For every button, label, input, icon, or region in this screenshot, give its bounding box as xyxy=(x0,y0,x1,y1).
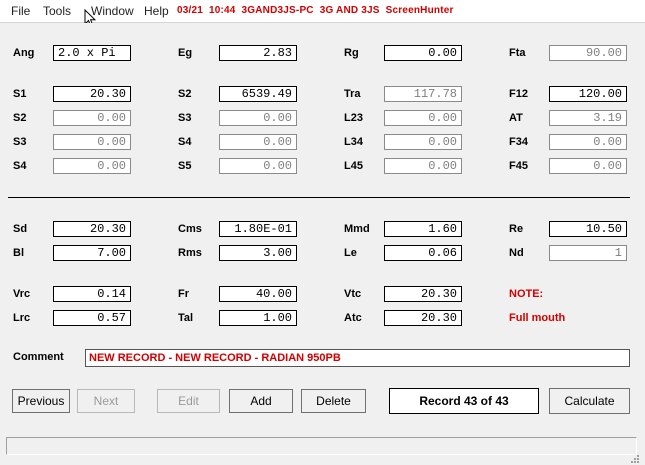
field-s2[interactable]: 0.00 xyxy=(53,110,131,126)
field-cms[interactable]: 1.80E-01 xyxy=(219,221,297,237)
label-s4: S4 xyxy=(13,160,27,172)
label-cms: Cms xyxy=(178,223,202,235)
edit-button[interactable]: Edit xyxy=(157,389,220,413)
label-le: Le xyxy=(344,247,357,259)
label-re: Re xyxy=(509,223,524,235)
field-vrc[interactable]: 0.14 xyxy=(53,286,131,302)
label-s1: S1 xyxy=(13,88,27,100)
field-eg[interactable]: 2.83 xyxy=(219,45,297,61)
label-f12: F12 xyxy=(509,88,528,100)
label-f45: F45 xyxy=(509,160,528,172)
label-fta: Fta xyxy=(509,47,526,59)
label-s2: S2 xyxy=(13,112,27,124)
menu-bar: File Tools Window Help 03/21 10:44 3GAND… xyxy=(0,0,645,23)
field-rms[interactable]: 3.00 xyxy=(219,245,297,261)
menu-file[interactable]: File xyxy=(11,4,30,18)
field-tal[interactable]: 1.00 xyxy=(219,310,297,326)
field-s5[interactable]: 0.00 xyxy=(219,158,297,174)
field-fta[interactable]: 90.00 xyxy=(549,45,627,61)
field-f34[interactable]: 0.00 xyxy=(549,134,627,150)
field-s3[interactable]: 0.00 xyxy=(53,134,131,150)
label-tra: Tra xyxy=(344,88,361,100)
field-s2-top[interactable]: 6539.49 xyxy=(219,86,297,102)
label-s3-top: S3 xyxy=(178,112,192,124)
menu-window[interactable]: Window xyxy=(91,4,134,18)
field-lrc[interactable]: 0.57 xyxy=(53,310,131,326)
field-s4-top[interactable]: 0.00 xyxy=(219,134,297,150)
label-atc: Atc xyxy=(344,312,362,324)
field-le[interactable]: 0.06 xyxy=(384,245,462,261)
field-s3-top[interactable]: 0.00 xyxy=(219,110,297,126)
field-nd[interactable]: 1 xyxy=(549,245,627,261)
label-bl: Bl xyxy=(13,247,24,259)
field-l34[interactable]: 0.00 xyxy=(384,134,462,150)
label-mmd: Mmd xyxy=(344,223,370,235)
record-indicator: Record 43 of 43 xyxy=(389,388,539,414)
label-rms: Rms xyxy=(178,247,202,259)
field-s1[interactable]: 20.30 xyxy=(53,86,131,102)
field-atc[interactable]: 20.30 xyxy=(384,310,462,326)
field-mmd[interactable]: 1.60 xyxy=(384,221,462,237)
menu-help[interactable]: Help xyxy=(144,4,169,18)
label-ang: Ang xyxy=(13,47,35,59)
field-s4[interactable]: 0.00 xyxy=(53,158,131,174)
field-sd[interactable]: 20.30 xyxy=(53,221,131,237)
field-ang[interactable]: 2.0 x Pi xyxy=(53,45,131,61)
label-s5: S5 xyxy=(178,160,192,172)
field-bl[interactable]: 7.00 xyxy=(53,245,131,261)
resize-grip-icon[interactable] xyxy=(629,453,639,463)
section-divider xyxy=(8,197,630,198)
label-nd: Nd xyxy=(509,247,524,259)
label-s4-top: S4 xyxy=(178,136,192,148)
label-rg: Rg xyxy=(344,47,359,59)
previous-button[interactable]: Previous xyxy=(12,389,70,413)
label-vtc: Vtc xyxy=(344,288,362,300)
comment-field[interactable]: NEW RECORD - NEW RECORD - RADIAN 950PB xyxy=(85,349,630,367)
label-f34: F34 xyxy=(509,136,528,148)
label-lrc: Lrc xyxy=(13,312,31,324)
field-l23[interactable]: 0.00 xyxy=(384,110,462,126)
label-sd: Sd xyxy=(13,223,28,235)
field-vtc[interactable]: 20.30 xyxy=(384,286,462,302)
note-text: Full mouth xyxy=(509,312,566,324)
screenhunter-banner: 03/21 10:44 3GAND3JS-PC 3G AND 3JS Scree… xyxy=(177,5,454,16)
field-rg[interactable]: 0.00 xyxy=(384,45,462,61)
label-s3: S3 xyxy=(13,136,27,148)
note-label: NOTE: xyxy=(509,288,544,300)
label-at: AT xyxy=(509,112,523,124)
field-f45[interactable]: 0.00 xyxy=(549,158,627,174)
comment-label: Comment xyxy=(13,351,64,363)
field-fr[interactable]: 40.00 xyxy=(219,286,297,302)
label-s2-top: S2 xyxy=(178,88,192,100)
field-f12[interactable]: 120.00 xyxy=(549,86,627,102)
add-button[interactable]: Add xyxy=(229,389,293,413)
field-tra[interactable]: 117.78 xyxy=(384,86,462,102)
field-at[interactable]: 3.19 xyxy=(549,110,627,126)
label-l23: L23 xyxy=(344,112,363,124)
label-eg: Eg xyxy=(178,47,193,59)
status-bar xyxy=(6,437,637,455)
menu-tools[interactable]: Tools xyxy=(43,4,71,18)
next-button[interactable]: Next xyxy=(77,389,135,413)
label-tal: Tal xyxy=(178,312,194,324)
main-form: Ang 2.0 x Pi Eg 2.83 Rg 0.00 Fta 90.00 S… xyxy=(0,23,645,465)
label-vrc: Vrc xyxy=(13,288,31,300)
label-fr: Fr xyxy=(178,288,189,300)
field-re[interactable]: 10.50 xyxy=(549,221,627,237)
delete-button[interactable]: Delete xyxy=(301,389,366,413)
label-l45: L45 xyxy=(344,160,363,172)
calculate-button[interactable]: Calculate xyxy=(549,388,630,414)
field-l45[interactable]: 0.00 xyxy=(384,158,462,174)
label-l34: L34 xyxy=(344,136,363,148)
